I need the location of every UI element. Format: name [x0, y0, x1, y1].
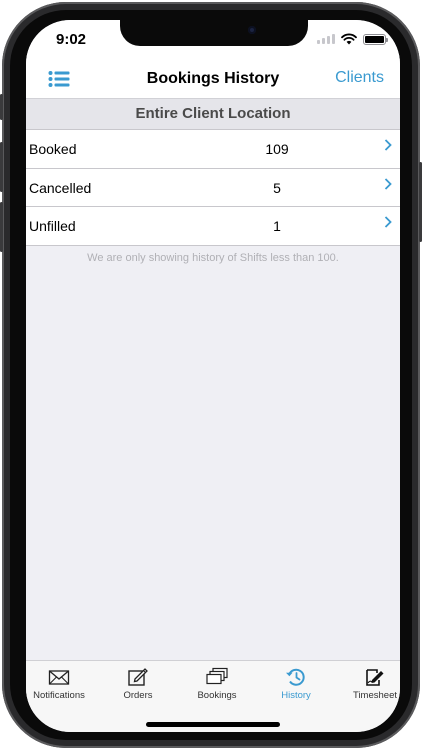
wifi-icon [341, 33, 357, 45]
tab-orders[interactable]: Orders [103, 667, 173, 701]
status-icons [317, 33, 388, 45]
clients-button[interactable]: Clients [335, 69, 384, 87]
history-list: Booked 109 Cancelled 5 Unfilled 1 [26, 130, 400, 246]
footnote: We are only showing history of Shifts le… [87, 252, 339, 264]
volume-up-button [0, 142, 3, 192]
row-label: Unfilled [29, 218, 76, 234]
chevron-right-icon [384, 139, 392, 151]
notch [120, 20, 308, 46]
chevron-right-icon [384, 216, 392, 228]
battery-icon [363, 33, 388, 45]
tab-label: History [281, 690, 311, 701]
tab-label: Bookings [197, 690, 237, 701]
tab-label: Orders [123, 690, 153, 701]
list-item-unfilled[interactable]: Unfilled 1 [26, 207, 400, 246]
tab-history[interactable]: History [261, 667, 331, 701]
edit-icon [128, 668, 148, 686]
tab-label: Notifications [33, 690, 85, 701]
screen: 9:02 Bookings History Clients Entire Cli… [26, 20, 400, 732]
status-time: 9:02 [56, 31, 87, 48]
mute-switch [0, 94, 3, 120]
row-value: 109 [265, 141, 289, 157]
tab-bookings[interactable]: Bookings [182, 667, 252, 701]
navigation-bar: Bookings History Clients [26, 60, 400, 98]
row-value: 5 [273, 179, 281, 196]
section-header: Entire Client Location [26, 98, 400, 130]
row-value: 1 [273, 218, 281, 234]
row-label: Booked [29, 141, 77, 157]
signature-icon [366, 669, 384, 686]
tab-timesheet[interactable]: Timesheet [340, 667, 400, 701]
stack-icon [206, 667, 228, 685]
row-label: Cancelled [29, 179, 92, 196]
history-icon [286, 668, 305, 686]
tab-notifications[interactable]: Notifications [26, 667, 94, 701]
signal-icon [317, 34, 335, 44]
envelope-icon [48, 670, 70, 685]
list-item-cancelled[interactable]: Cancelled 5 [26, 168, 400, 207]
list-item-booked[interactable]: Booked 109 [26, 130, 400, 169]
tab-label: Timesheet [353, 690, 397, 701]
phone-frame: 9:02 Bookings History Clients Entire Cli… [0, 2, 422, 748]
camera-icon [248, 26, 256, 34]
volume-down-button [0, 202, 3, 252]
chevron-right-icon [384, 177, 392, 190]
home-indicator[interactable] [146, 722, 280, 727]
